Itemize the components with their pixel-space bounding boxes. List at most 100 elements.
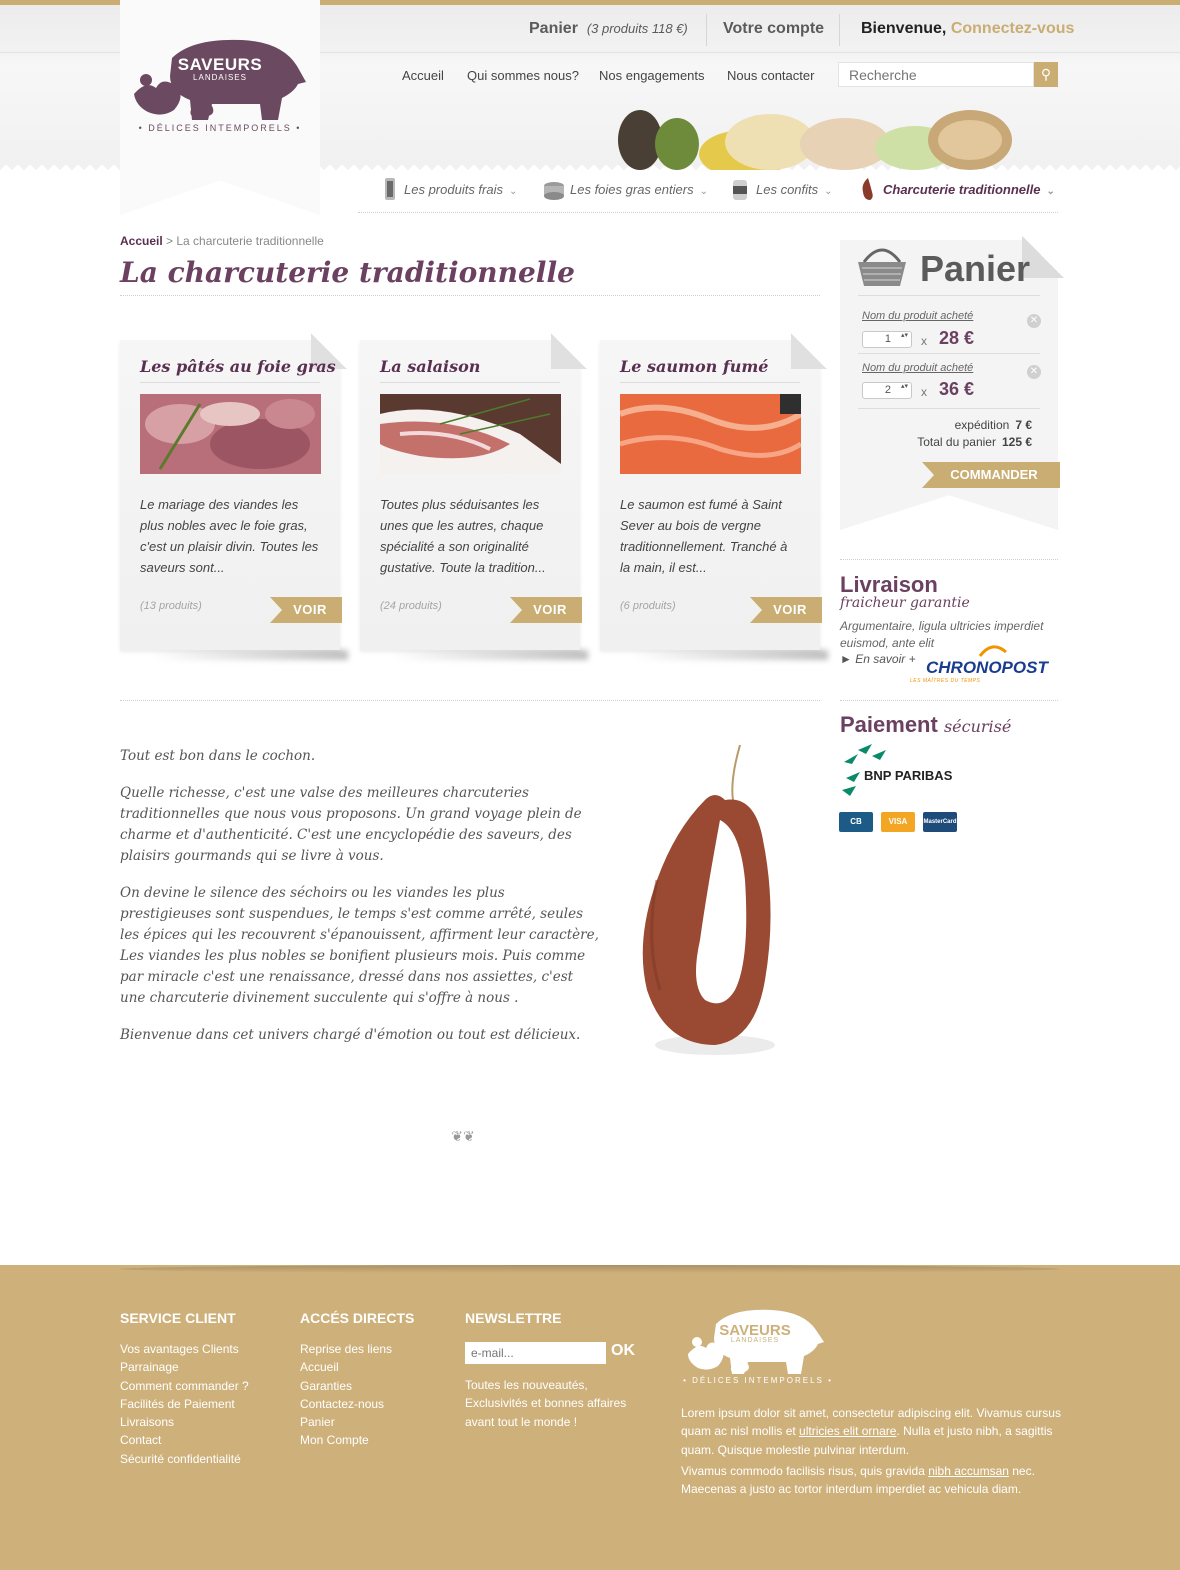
cart-divider (858, 353, 1040, 354)
quantity-stepper[interactable]: 2 (862, 382, 912, 399)
footer-link[interactable]: Panier (300, 1413, 392, 1431)
payment-title: Paiement sécurisé (840, 712, 1011, 738)
nav-accueil[interactable]: Accueil (402, 68, 444, 83)
total-value: 125 € (1001, 435, 1032, 449)
top-separator (706, 14, 707, 46)
category-fresh-products[interactable]: Les produits frais ⌄ (404, 182, 517, 197)
cart-item-name[interactable]: Nom du produit acheté (862, 362, 973, 374)
card-description: Le saumon est fumé à Saint Sever au bois… (620, 497, 788, 575)
category-label: Les produits frais (404, 182, 503, 197)
footer-link[interactable]: Contact (120, 1431, 249, 1449)
card-title[interactable]: Le saumon fumé (620, 357, 768, 376)
delivery-more-link[interactable]: ► En savoir + (840, 652, 916, 666)
search-input[interactable] (838, 62, 1034, 87)
header-food-banner (618, 110, 1012, 170)
cart-divider (858, 408, 1040, 409)
sidebar-divider (840, 559, 1058, 560)
page-title: La charcuterie traditionnelle (120, 256, 575, 289)
sausage-image (642, 744, 775, 1055)
footer-link[interactable]: Accueil (300, 1358, 392, 1376)
footer-link[interactable]: Sécurité confidentialité (120, 1450, 249, 1468)
footer-about-text: Lorem ipsum dolor sit amet, consectetur … (681, 1404, 1066, 1459)
card-product-count: (13 produits) (140, 600, 202, 612)
voir-button[interactable]: VOIR (510, 597, 582, 623)
footer-inline-link[interactable]: ultricies elit ornare (799, 1424, 896, 1438)
intro-text: Tout est bon dans le cochon. Quelle rich… (120, 746, 600, 1062)
newsletter-text: Toutes les nouveautés, Exclusivités et b… (465, 1378, 627, 1429)
shipping-value: 7 € (1015, 418, 1032, 432)
cart-divider (858, 295, 1040, 296)
nav-about[interactable]: Qui sommes nous? (467, 68, 579, 83)
card-title[interactable]: Les pâtés au foie gras (140, 357, 336, 376)
voir-button[interactable]: VOIR (270, 597, 342, 623)
total-row: Total du panier 125 € (860, 435, 1032, 449)
intro-paragraph: On devine le silence des séchoirs ou les… (120, 885, 599, 1006)
card-divider (140, 382, 320, 383)
section-divider (120, 700, 820, 701)
card-title[interactable]: La salaison (380, 357, 480, 376)
card-fold-corner (551, 333, 587, 369)
logo-tagline: • DÉLICES INTEMPORELS • (138, 123, 302, 133)
nav-contact[interactable]: Nous contacter (727, 68, 814, 83)
category-label: Les foies gras entiers (570, 182, 694, 197)
category-card-salaison[interactable]: La salaison Toutes plus séduisantes les … (360, 333, 587, 650)
footer-link[interactable]: Facilités de Paiement (120, 1395, 249, 1413)
welcome-text: Bienvenue, Connectez-vous (861, 20, 1074, 38)
footer-about-text: Vivamus commodo facilisis risus, quis gr… (681, 1462, 1066, 1499)
footer-link[interactable]: Contactez-nous (300, 1395, 392, 1413)
payment-title-main: Paiement (840, 712, 938, 737)
footer-inline-link[interactable]: nibh accumsan (928, 1464, 1009, 1478)
footer-link[interactable]: Parrainage (120, 1358, 249, 1376)
footer-link[interactable]: Livraisons (120, 1413, 249, 1431)
shipping-label: expédition (954, 418, 1010, 432)
intro-paragraph: Tout est bon dans le cochon. (120, 748, 316, 764)
card-fold-corner (791, 333, 827, 369)
tin-icon (544, 182, 564, 200)
commander-button[interactable]: COMMANDER (922, 462, 1060, 488)
cart-item-price: 28 € (939, 328, 975, 348)
multiply-sign: x (921, 385, 927, 399)
footer-newsletter-title: NEWSLETTRE (465, 1310, 562, 1326)
salmon-image[interactable] (620, 394, 801, 474)
account-link[interactable]: Votre compte (723, 20, 824, 38)
category-confits[interactable]: Les confits ⌄ (756, 182, 833, 197)
remove-item-icon[interactable]: ✕ (1027, 365, 1041, 379)
footer-link[interactable]: Vos avantages Clients (120, 1340, 249, 1358)
pate-image[interactable] (140, 394, 321, 474)
card-description: Le mariage des viandes les plus nobles a… (140, 497, 319, 575)
intro-paragraph: Bienvenue dans cet univers chargé d'émot… (120, 1027, 581, 1043)
footer-access-list: Reprise des liens Accueil Garanties Cont… (300, 1340, 392, 1450)
footer-link[interactable]: Comment commander ? (120, 1377, 249, 1395)
footer-link[interactable]: Mon Compte (300, 1431, 392, 1449)
category-whole-foie-gras[interactable]: Les foies gras entiers ⌄ (570, 182, 708, 197)
ham-image[interactable] (380, 394, 561, 474)
quantity-stepper[interactable]: 1 (862, 331, 912, 348)
breadcrumb: Accueil > La charcuterie traditionnelle (120, 234, 324, 248)
newsletter-email-input[interactable] (465, 1342, 606, 1364)
remove-item-icon[interactable]: ✕ (1027, 314, 1041, 328)
category-label: Les confits (756, 182, 819, 197)
ornament-icon: ❦❦ (451, 1128, 475, 1144)
delivery-subtitle: fraicheur garantie (840, 595, 970, 611)
cart-item-name[interactable]: Nom du produit acheté (862, 310, 973, 322)
category-card-saumon[interactable]: Le saumon fumé Le saumon est fumé à Sain… (600, 333, 827, 650)
header-cart-link[interactable]: Panier (3 produits 118 €) (529, 20, 688, 38)
chronopost-tagline: LES MAÎTRES DU TEMPS (910, 678, 981, 684)
chevron-down-icon: ⌄ (699, 186, 708, 197)
bnp-name: BNP PARIBAS (864, 768, 953, 783)
logo-subtitle: LANDAISES (193, 73, 247, 82)
connect-link[interactable]: Connectez-vous (951, 20, 1075, 37)
search-icon[interactable]: ⚲ (1034, 62, 1058, 87)
category-nav-divider (358, 212, 1058, 213)
title-divider (120, 295, 820, 296)
footer-link[interactable]: Garanties (300, 1377, 392, 1395)
card-description: Toutes plus séduisantes les unes que les… (380, 497, 546, 575)
category-card-pates[interactable]: Les pâtés au foie gras Le mariage des vi… (120, 333, 347, 650)
footer-link[interactable]: Reprise des liens (300, 1340, 392, 1358)
newsletter-ok-button[interactable]: OK (611, 1342, 635, 1360)
voir-button[interactable]: VOIR (750, 597, 822, 623)
nav-engagements[interactable]: Nos engagements (599, 68, 705, 83)
footer-access-title: ACCÉS DIRECTS (300, 1310, 415, 1326)
category-charcuterie[interactable]: Charcuterie traditionnelle ⌄ (883, 182, 1055, 197)
breadcrumb-home-link[interactable]: Accueil (120, 234, 163, 248)
